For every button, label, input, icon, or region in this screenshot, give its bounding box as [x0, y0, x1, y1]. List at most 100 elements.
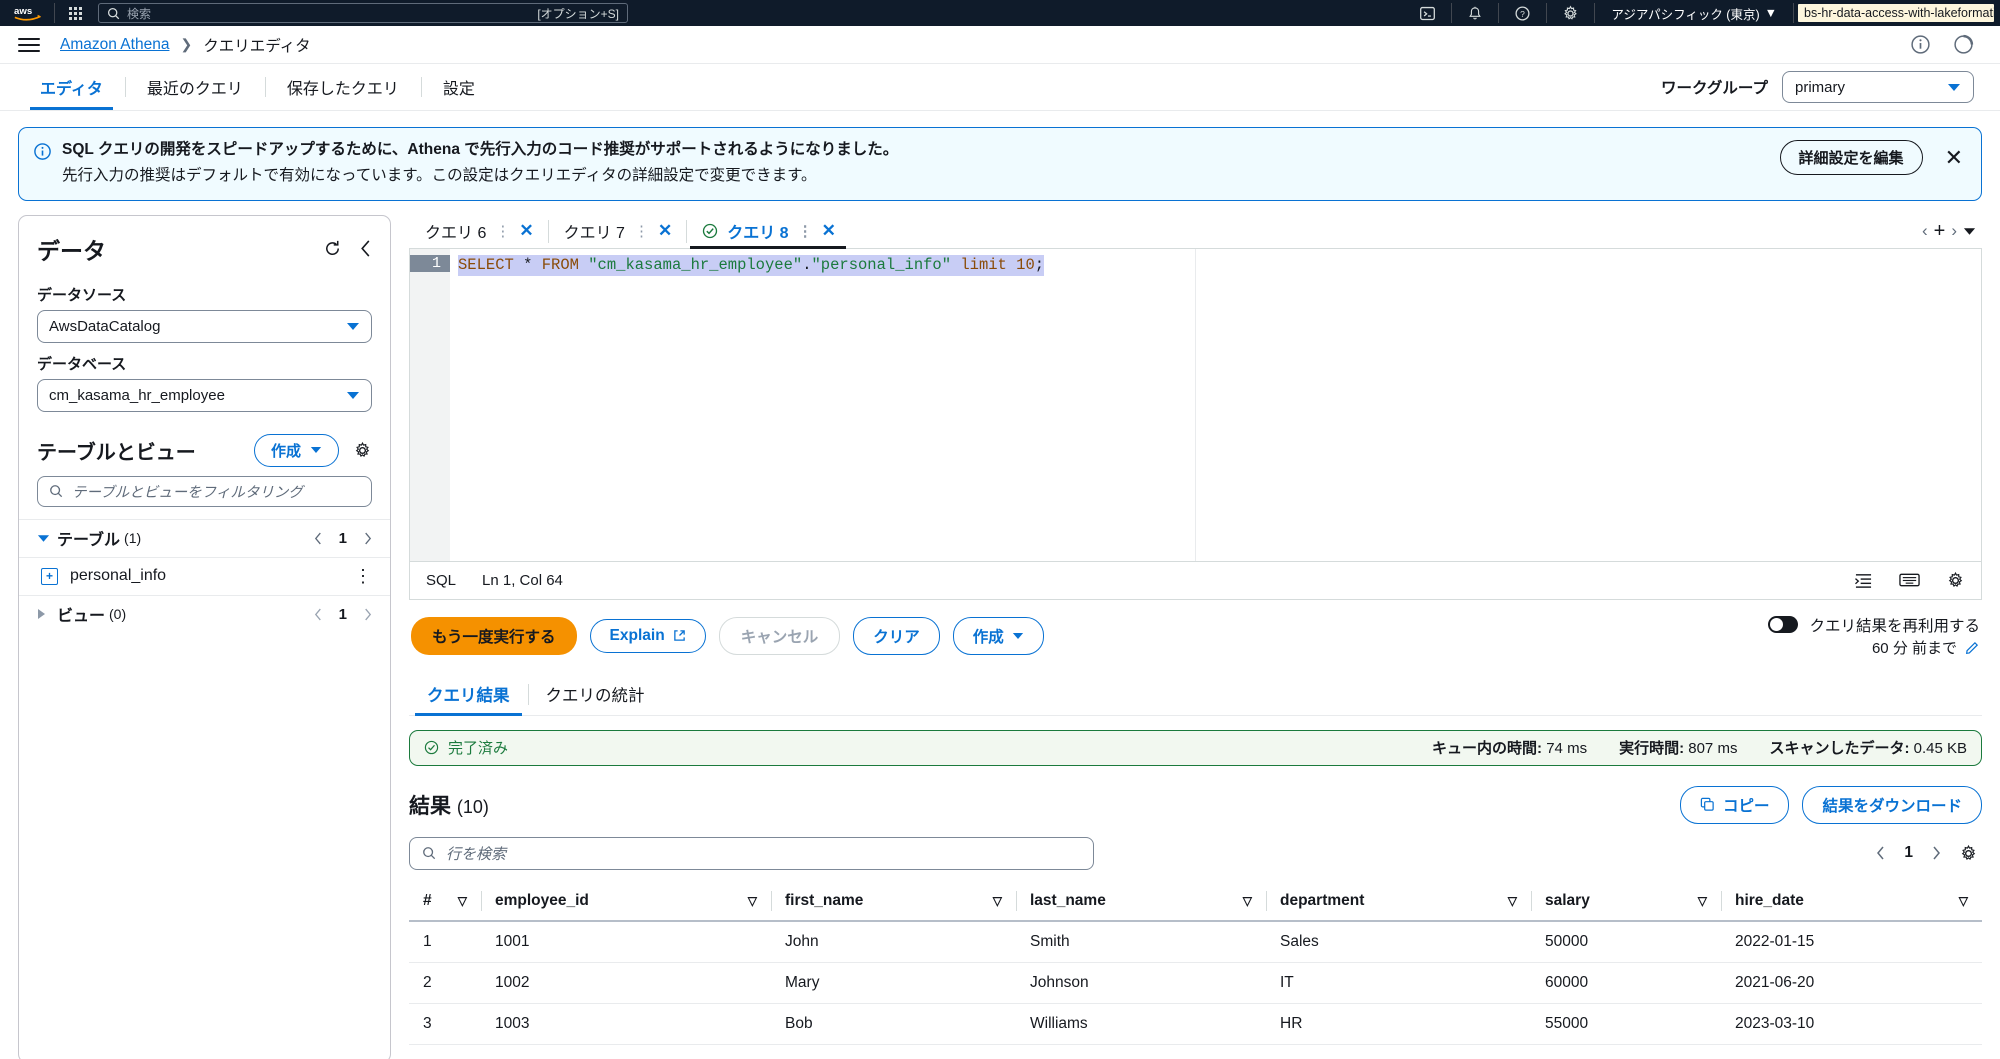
refresh-icon[interactable] — [323, 239, 342, 258]
notifications-bell-icon[interactable] — [1456, 5, 1494, 22]
column-header-hire-date[interactable]: hire_date ▽ — [1721, 883, 1982, 922]
tab-recent-queries[interactable]: 最近のクエリ — [124, 64, 265, 110]
editor-code-body[interactable]: SELECT * FROM "cm_kasama_hr_employee"."p… — [450, 248, 1981, 561]
column-header-salary[interactable]: salary ▽ — [1531, 883, 1721, 922]
results-tab-bar: クエリ結果 クエリの統計 — [409, 674, 1982, 716]
close-x-icon[interactable]: ✕ — [822, 221, 836, 241]
list-item[interactable]: + personal_info ⋮ — [19, 556, 390, 595]
query-tab-7[interactable]: クエリ 7 ⋮ ✕ — [547, 215, 687, 248]
datasource-select[interactable]: AwsDataCatalog — [37, 309, 372, 343]
sql-statement-line[interactable]: SELECT * FROM "cm_kasama_hr_employee"."p… — [458, 254, 1045, 276]
breadcrumb-service-link[interactable]: Amazon Athena — [60, 36, 169, 54]
app-grid-icon[interactable] — [59, 6, 92, 20]
editor-settings-gear-icon[interactable] — [1946, 571, 1965, 590]
metric-run-time-value: 807 ms — [1688, 740, 1738, 758]
sort-icon[interactable]: ▽ — [1508, 894, 1531, 908]
column-header-employee-id[interactable]: employee_id ▽ — [481, 883, 771, 922]
tab-query-stats[interactable]: クエリの統計 — [527, 674, 663, 715]
vertical-dots-icon[interactable]: ⋮ — [798, 224, 813, 239]
gear-icon[interactable] — [353, 441, 372, 460]
add-query-tab-button[interactable]: + — [1934, 220, 1946, 243]
query-tab-7-label: クエリ 7 — [563, 225, 625, 243]
cloudshell-icon[interactable] — [1408, 5, 1447, 22]
tables-group-row[interactable]: テーブル (1) 1 — [19, 518, 390, 557]
workgroup-select[interactable]: primary — [1782, 71, 1974, 103]
chevron-left-icon[interactable] — [314, 608, 323, 621]
pencil-edit-icon[interactable] — [1965, 640, 1980, 655]
results-page-number[interactable]: 1 — [1904, 844, 1913, 862]
tab-scroll-right-icon[interactable]: › — [1951, 221, 1957, 241]
table-row[interactable]: 1 1001 John Smith Sales 50000 2022-01-15 — [409, 920, 1982, 963]
tab-scroll-left-icon[interactable]: ‹ — [1922, 221, 1928, 241]
sort-icon[interactable]: ▽ — [993, 894, 1016, 908]
sql-code-editor[interactable]: 1 SELECT * FROM "cm_kasama_hr_employee".… — [409, 248, 1982, 562]
hamburger-menu-icon[interactable] — [18, 37, 40, 52]
database-select[interactable]: cm_kasama_hr_employee — [37, 378, 372, 412]
chevron-left-icon[interactable] — [314, 532, 323, 545]
sort-icon[interactable]: ▽ — [748, 894, 771, 908]
vertical-dots-icon[interactable]: ⋮ — [495, 224, 510, 239]
explain-button[interactable]: Explain — [589, 618, 706, 653]
create-query-button[interactable]: 作成 — [952, 616, 1044, 655]
close-icon[interactable]: ✕ — [1941, 146, 1967, 169]
tab-settings[interactable]: 設定 — [420, 64, 497, 110]
edit-advanced-settings-button[interactable]: 詳細設定を編集 — [1779, 140, 1923, 175]
clear-button[interactable]: クリア — [853, 616, 940, 655]
sort-icon[interactable]: ▽ — [458, 894, 481, 908]
region-selector[interactable]: アジアパシフィック (東京) ▼ — [1599, 4, 1789, 23]
aws-logo[interactable]: aws — [6, 3, 50, 23]
chevron-left-icon[interactable] — [360, 240, 372, 257]
row-search-input[interactable]: 行を検索 — [409, 836, 1094, 870]
cell-department: Sales — [1266, 920, 1531, 963]
gear-icon[interactable] — [1959, 844, 1978, 863]
chevron-left-icon[interactable] — [1876, 846, 1886, 860]
vertical-dots-icon[interactable]: ⋮ — [634, 224, 649, 239]
tab-query-results[interactable]: クエリ結果 — [409, 674, 528, 716]
nav-divider — [1498, 3, 1500, 23]
views-page-number[interactable]: 1 — [339, 606, 347, 623]
sort-icon[interactable]: ▽ — [1698, 894, 1721, 908]
tab-editor[interactable]: エディタ — [18, 64, 125, 110]
copy-button[interactable]: コピー — [1679, 785, 1790, 824]
column-header-department[interactable]: department ▽ — [1266, 883, 1531, 922]
chevron-down-icon[interactable] — [1963, 227, 1976, 236]
caret-right-icon[interactable] — [37, 608, 57, 620]
views-group-row[interactable]: ビュー (0) 1 — [19, 594, 390, 633]
table-row[interactable]: 2 1002 Mary Johnson IT 60000 2021-06-20 — [409, 962, 1982, 1004]
sort-icon[interactable]: ▽ — [1243, 894, 1266, 908]
run-again-button[interactable]: もう一度実行する — [411, 616, 577, 655]
cell-last-name: Williams — [1016, 1003, 1266, 1045]
kebab-menu-icon[interactable]: ⋮ — [354, 567, 372, 585]
caret-down-icon[interactable] — [37, 534, 57, 543]
download-results-button[interactable]: 結果をダウンロード — [1802, 785, 1982, 824]
tables-filter-input[interactable]: テーブルとビューをフィルタリング — [37, 475, 372, 507]
global-search-input[interactable]: 検索 [オプション+S] — [98, 3, 628, 23]
tables-group-count: (1) — [124, 530, 142, 547]
feedback-icon[interactable] — [1953, 34, 1974, 55]
column-header-first-name[interactable]: first_name ▽ — [771, 883, 1016, 922]
keyboard-icon[interactable] — [1899, 572, 1920, 588]
chevron-right-icon[interactable] — [1931, 846, 1941, 860]
tables-page-number[interactable]: 1 — [339, 530, 347, 547]
query-tab-8[interactable]: クエリ 8 ⋮ ✕ — [686, 215, 850, 249]
close-x-icon[interactable]: ✕ — [519, 221, 533, 241]
nav-divider — [1793, 3, 1794, 23]
settings-gear-icon[interactable] — [1551, 5, 1590, 22]
reuse-results-area: クエリ結果を再利用する 60 分 前まで — [1768, 614, 1980, 658]
sort-icon[interactable]: ▽ — [1959, 894, 1982, 908]
close-x-icon[interactable]: ✕ — [658, 221, 672, 241]
chevron-right-icon[interactable] — [363, 608, 372, 621]
aws-logo-icon: aws — [14, 6, 42, 21]
query-tab-6[interactable]: クエリ 6 ⋮ ✕ — [409, 215, 548, 248]
table-row[interactable]: 3 1003 Bob Williams HR 55000 2023-03-10 — [409, 1003, 1982, 1045]
create-button[interactable]: 作成 — [253, 433, 339, 467]
column-header-last-name[interactable]: last_name ▽ — [1016, 883, 1266, 922]
account-menu[interactable]: bs-hr-data-access-with-lakeformation — [1798, 4, 1994, 22]
info-circle-icon[interactable] — [1910, 34, 1931, 55]
format-icon[interactable] — [1854, 572, 1873, 589]
help-question-icon[interactable]: ? — [1503, 5, 1542, 22]
reuse-results-toggle[interactable] — [1768, 616, 1799, 634]
chevron-right-icon[interactable] — [363, 532, 372, 545]
column-header-index[interactable]: # ▽ — [409, 883, 481, 922]
tab-saved-queries[interactable]: 保存したクエリ — [264, 64, 421, 110]
